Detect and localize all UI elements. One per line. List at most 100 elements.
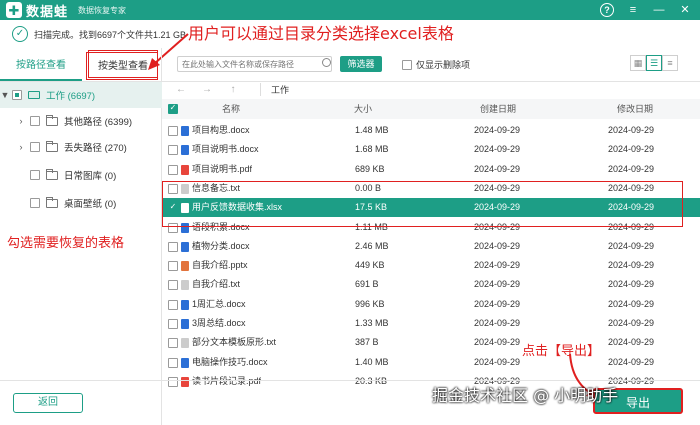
breadcrumb: 工作 (260, 83, 289, 96)
menu-icon[interactable]: ≡ (626, 3, 640, 17)
table-row[interactable]: 1周汇总.docx 996 KB 2024-09-29 2024-09-29 (162, 295, 700, 314)
tree-item-wallpaper[interactable]: 桌面壁纸 (0) (0, 190, 162, 216)
file-size: 996 KB (355, 298, 385, 309)
toolbar: 筛选器 仅显示删除项 ▦ ☰ ≡ (162, 48, 700, 82)
tree-item-label: 工作 (6697) (46, 91, 96, 102)
table-row[interactable]: 自我介绍.txt 691 B 2024-09-29 2024-09-29 (162, 275, 700, 294)
help-icon[interactable]: ? (600, 3, 614, 17)
tree-item-daily-gallery[interactable]: 日常图库 (0) (0, 162, 162, 188)
file-modified-date: 2024-09-29 (608, 125, 655, 135)
column-header-created[interactable]: 创建日期 (480, 99, 516, 119)
tree-checkbox[interactable] (12, 90, 22, 100)
file-name: 项目说明书.docx (192, 144, 259, 155)
file-modified-date: 2024-09-29 (608, 240, 655, 251)
docx-file-icon (181, 145, 189, 156)
table-row[interactable]: 部分文本模板原形.txt 387 B 2024-09-29 2024-09-29 (162, 333, 700, 352)
table-row[interactable]: 3周总结.docx 1.33 MB 2024-09-29 2024-09-29 (162, 314, 700, 333)
window-controls: ? ≡ — ✕ (600, 0, 692, 20)
app-name: 数据蛙 (26, 3, 69, 19)
tree-item-label: 日常图库 (0) (64, 171, 117, 182)
table-row[interactable]: 项目说明书.pdf 689 KB 2024-09-29 2024-09-29 (162, 160, 700, 179)
filter-button[interactable]: 筛选器 (340, 56, 382, 72)
pdf-file-icon (181, 164, 189, 175)
tree-checkbox[interactable] (30, 170, 40, 180)
row-checkbox[interactable] (168, 338, 178, 349)
annotation-left: 勾选需要恢复的表格 (7, 236, 125, 251)
tree-item-other-paths[interactable]: › 其他路径 (6399) (0, 108, 162, 134)
file-size: 387 B (355, 337, 379, 348)
tree-item-root[interactable]: ▼ 工作 (6697) (0, 82, 162, 108)
file-modified-date: 2024-09-29 (608, 356, 655, 367)
row-checkbox[interactable] (168, 241, 178, 252)
row-checkbox[interactable] (168, 280, 178, 291)
column-header-modified[interactable]: 修改日期 (617, 99, 653, 119)
row-checkbox[interactable] (168, 126, 178, 136)
file-created-date: 2024-09-29 (474, 163, 521, 174)
tree-checkbox[interactable] (30, 142, 40, 152)
detail-view-icon[interactable]: ≡ (662, 55, 678, 71)
file-created-date: 2024-09-29 (474, 356, 521, 367)
file-created-date: 2024-09-29 (474, 318, 521, 328)
back-arrow-icon[interactable]: ← (174, 84, 188, 95)
chevron-right-icon[interactable]: › (16, 116, 26, 126)
file-name: 读书片段记录.pdf (192, 372, 261, 391)
file-size: 691 B (355, 279, 379, 290)
file-created-date: 2024-09-29 (474, 279, 521, 290)
docx-file-icon (181, 319, 189, 329)
table-row[interactable]: 项目构思.docx 1.48 MB 2024-09-29 2024-09-29 (162, 121, 700, 140)
tab-by-path[interactable]: 按路径查看 (0, 47, 82, 81)
chevron-down-icon[interactable]: ▼ (0, 90, 10, 100)
row-checkbox[interactable] (168, 357, 178, 368)
search-input[interactable] (177, 56, 332, 72)
tree-checkbox[interactable] (30, 198, 40, 208)
search-icon[interactable] (322, 58, 331, 67)
drive-icon (28, 91, 40, 99)
pdf-file-icon (181, 376, 189, 387)
app-subtitle: 数据恢复专家 (78, 5, 127, 15)
minimize-icon[interactable]: — (652, 3, 666, 17)
tree-item-lost-paths[interactable]: › 丢失路径 (270) (0, 134, 162, 160)
chevron-right-icon[interactable]: › (16, 142, 26, 152)
file-modified-date: 2024-09-29 (608, 279, 655, 290)
column-header-size[interactable]: 大小 (354, 99, 372, 119)
txt-file-icon (181, 280, 189, 291)
pptx-file-icon (181, 261, 189, 272)
grid-view-icon[interactable]: ▦ (630, 55, 646, 71)
file-modified-date: 2024-09-29 (608, 337, 655, 348)
annotation-top: 用户可以通过目录分类选择excel表格 (188, 24, 454, 43)
table-row[interactable]: 电脑操作技巧.docx 1.40 MB 2024-09-29 2024-09-29 (162, 353, 700, 372)
watermark: 掘金技术社区 @ 小明助手 (432, 386, 619, 405)
back-button[interactable]: 返回 (13, 393, 83, 413)
table-header: 名称 大小 创建日期 修改日期 (162, 99, 700, 119)
view-mode-toggle: ▦ ☰ ≡ (630, 55, 678, 71)
row-checkbox[interactable] (168, 261, 178, 272)
file-size: 1.68 MB (355, 144, 389, 155)
row-checkbox[interactable] (168, 145, 178, 156)
row-checkbox[interactable] (168, 319, 178, 329)
column-header-name[interactable]: 名称 (222, 99, 240, 119)
table-row[interactable]: 自我介绍.pptx 449 KB 2024-09-29 2024-09-29 (162, 256, 700, 275)
file-modified-date: 2024-09-29 (608, 260, 655, 271)
up-arrow-icon[interactable]: ↑ (226, 84, 240, 95)
list-view-icon[interactable]: ☰ (646, 55, 662, 71)
row-checkbox[interactable] (168, 164, 178, 175)
docx-file-icon (181, 126, 189, 136)
only-deleted-toggle[interactable]: 仅显示删除项 (402, 58, 470, 71)
only-deleted-label: 仅显示删除项 (416, 60, 471, 70)
only-deleted-checkbox[interactable] (402, 59, 412, 70)
row-checkbox[interactable] (168, 299, 178, 310)
file-created-date: 2024-09-29 (474, 337, 521, 348)
file-name: 自我介绍.pptx (192, 260, 248, 271)
file-name: 植物分类.docx (192, 240, 250, 251)
tree-checkbox[interactable] (30, 116, 40, 126)
table-row[interactable]: 项目说明书.docx 1.68 MB 2024-09-29 2024-09-29 (162, 140, 700, 159)
file-created-date: 2024-09-29 (474, 240, 521, 251)
txt-file-icon (181, 338, 189, 349)
file-modified-date: 2024-09-29 (608, 318, 655, 328)
forward-arrow-icon[interactable]: → (200, 84, 214, 95)
table-row[interactable]: 植物分类.docx 2.46 MB 2024-09-29 2024-09-29 (162, 237, 700, 256)
close-icon[interactable]: ✕ (678, 3, 692, 17)
select-all-checkbox[interactable] (168, 103, 178, 114)
folder-icon (46, 140, 58, 152)
row-checkbox[interactable] (168, 376, 178, 387)
